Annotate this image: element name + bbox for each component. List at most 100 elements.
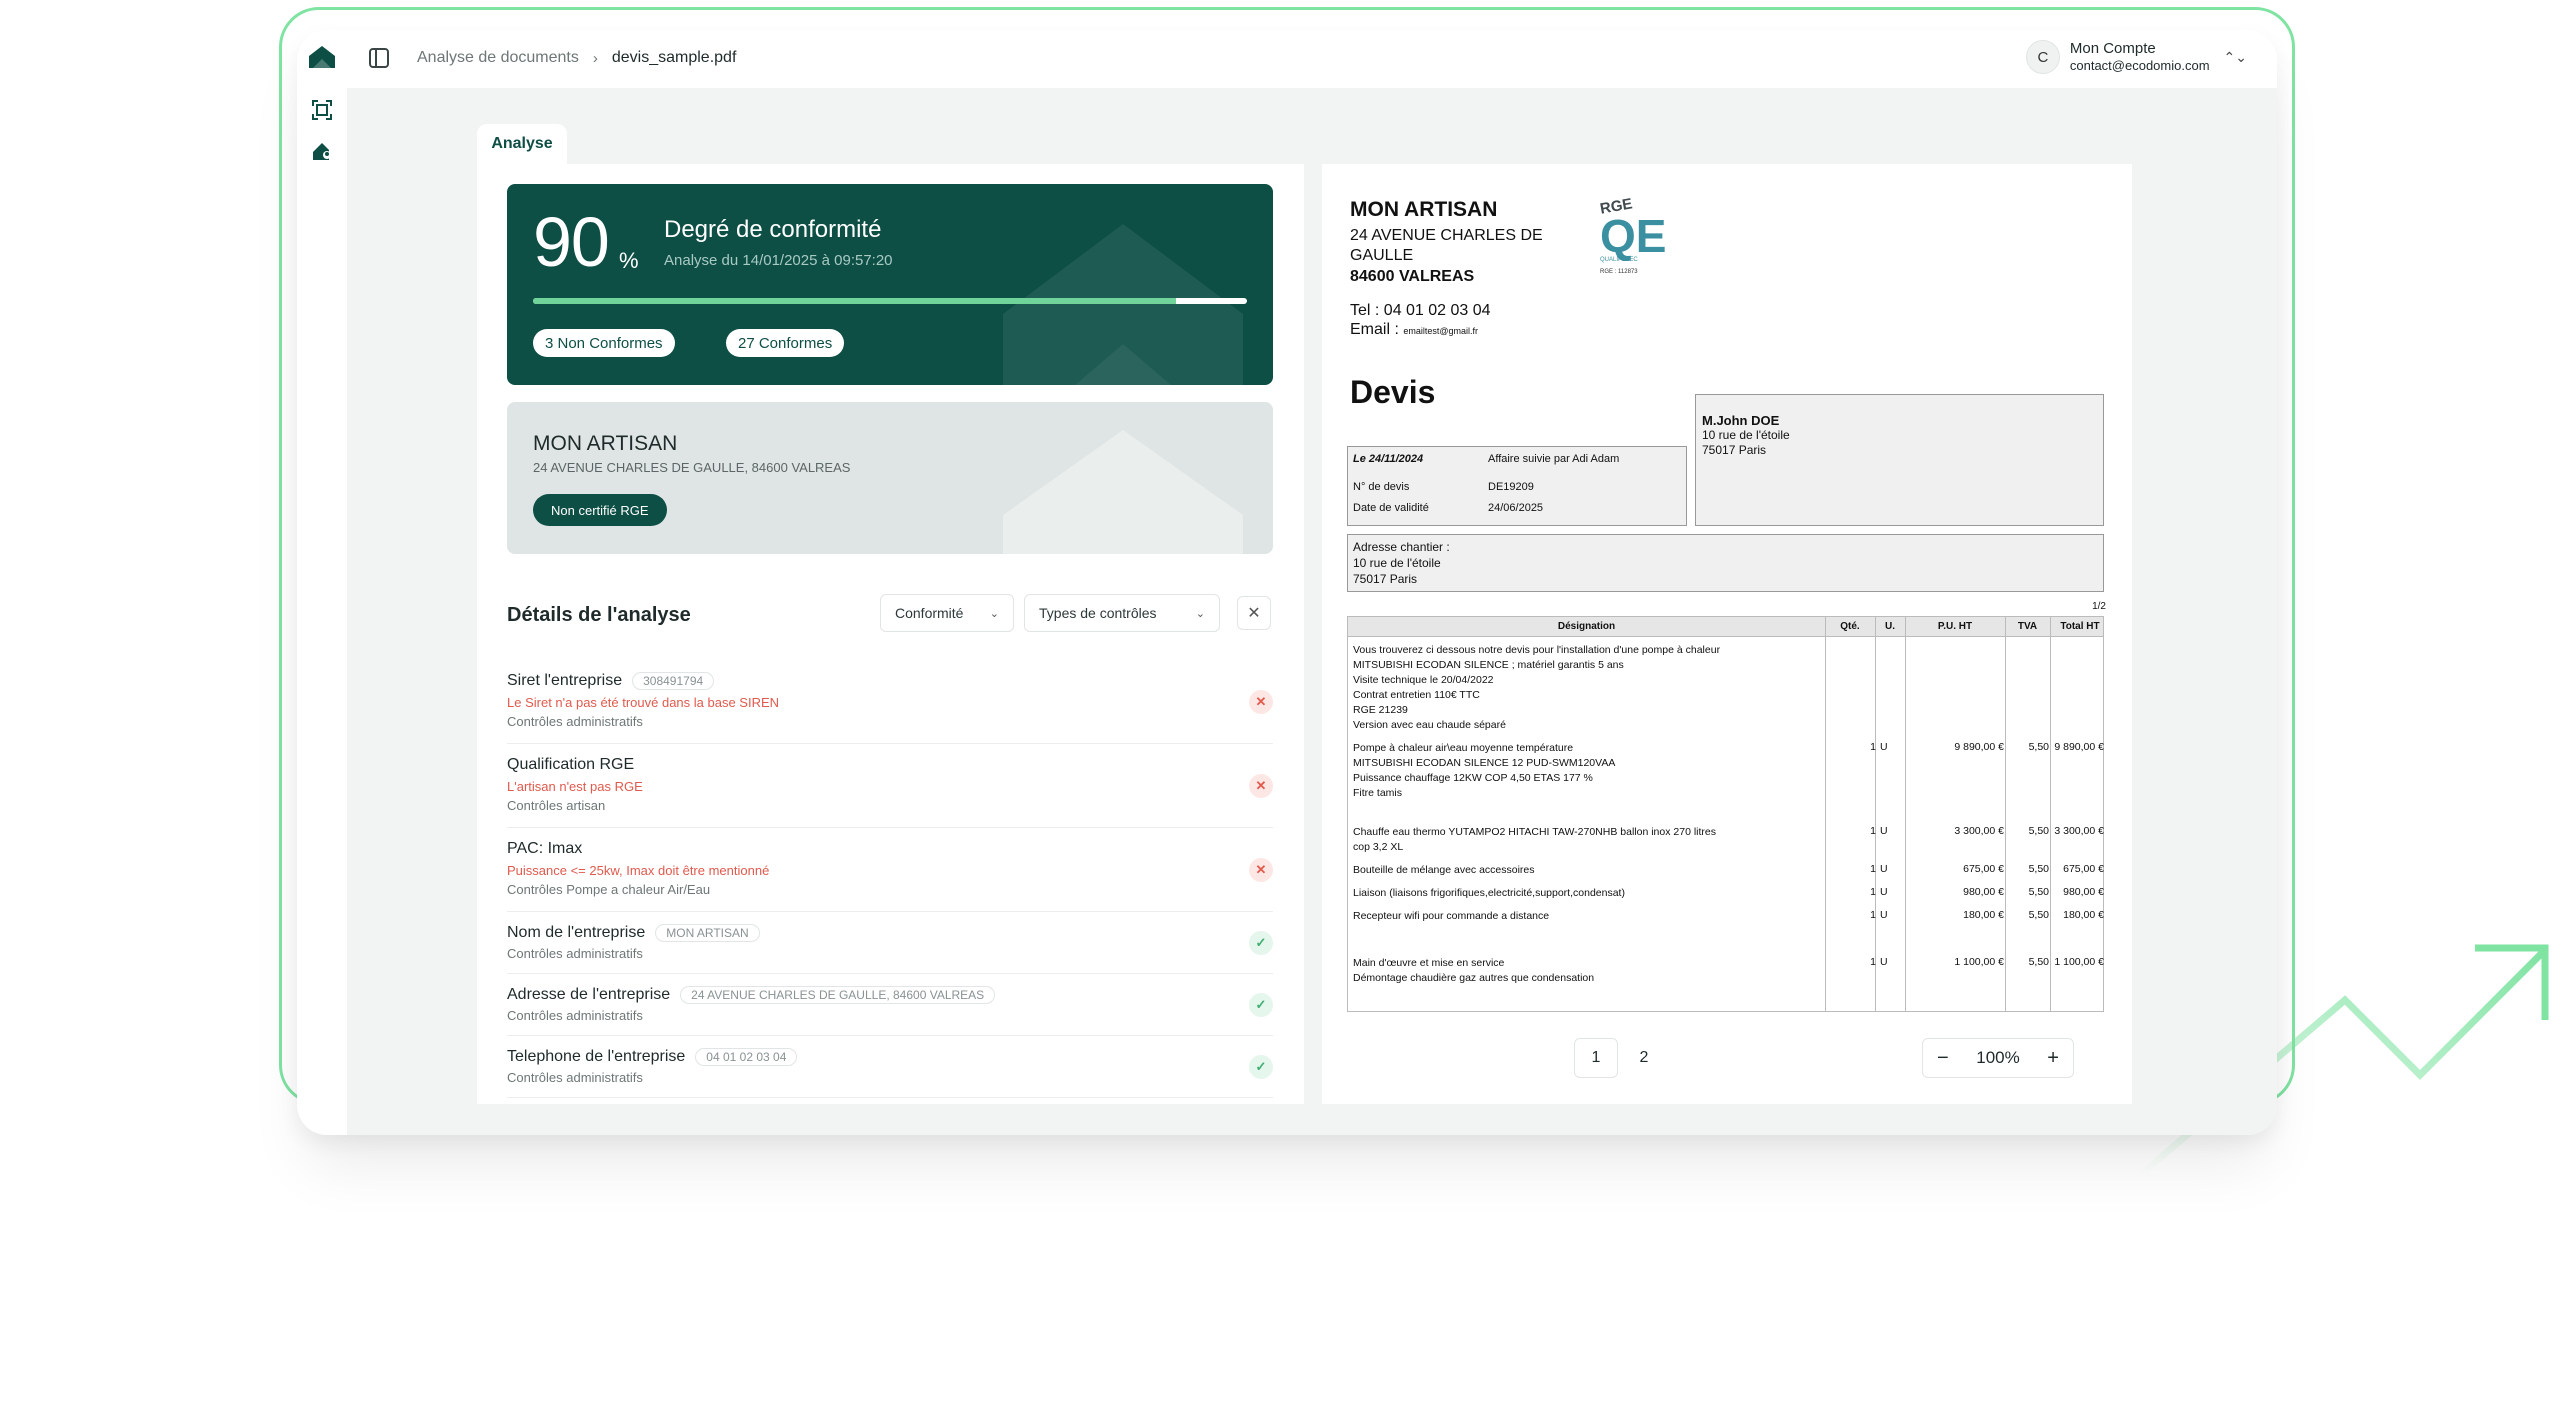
analysis-item-title: Adresse de l'entreprise bbox=[507, 986, 671, 1003]
doc-chantier-box: Adresse chantier : 10 rue de l'étoile 75… bbox=[1347, 534, 2104, 592]
page-2-button[interactable]: 2 bbox=[1622, 1038, 1666, 1078]
conformes-badge[interactable]: 27 Conformes bbox=[726, 329, 845, 357]
designation-line: Recepteur wifi pour commande a distance bbox=[1353, 910, 1550, 922]
rge-status-badge: Non certifié RGE bbox=[533, 494, 667, 526]
doc-company-name: MON ARTISAN bbox=[1350, 198, 1498, 221]
table-cell-qte: 1 bbox=[1870, 741, 1876, 753]
table-cell-total: 3 300,00 € bbox=[2054, 825, 2104, 837]
sidebar-toggle-icon[interactable] bbox=[369, 48, 389, 68]
document-viewer: MON ARTISAN 24 AVENUE CHARLES DE GAULLE … bbox=[1322, 164, 2132, 1104]
analysis-item-category: Contrôles administratifs bbox=[507, 946, 643, 961]
app-window: Analyse de documents › devis_sample.pdf … bbox=[297, 30, 2277, 1135]
analysis-item-error: L'artisan n'est pas RGE bbox=[507, 779, 643, 794]
table-cell-qte: 1 bbox=[1870, 863, 1876, 875]
analysis-item-value: 24 AVENUE CHARLES DE GAULLE, 84600 VALRE… bbox=[680, 986, 996, 1004]
doc-items-table: Désignation Qté. U. P.U. HT TVA Total HT Vous… bbox=[1347, 616, 2104, 1012]
artisan-card: MON ARTISAN 24 AVENUE CHARLES DE GAULLE,… bbox=[507, 402, 1273, 554]
table-cell-pu: 9 890,00 € bbox=[1954, 741, 2004, 753]
table-header-cell: Total HT bbox=[2060, 621, 2100, 632]
doc-pagination: 1 2 bbox=[1574, 1038, 1670, 1078]
analysis-panel: 90 % Degré de conformité Analyse du 14/0… bbox=[477, 164, 1304, 1104]
details-title: Détails de l'analyse bbox=[507, 604, 691, 626]
conformite-filter-label: Conformité bbox=[895, 605, 964, 621]
doc-info-box: Le 24/11/2024 Affaire suivie par Adi Ada… bbox=[1347, 446, 1687, 526]
doc-client-name: M.John DOE bbox=[1702, 413, 1780, 428]
zoom-level: 100% bbox=[1976, 1048, 2020, 1067]
analysis-item[interactable]: Telephone de l'entreprise 04 01 02 03 04 C… bbox=[507, 1036, 1273, 1098]
top-bar: Analyse de documents › devis_sample.pdf … bbox=[297, 30, 2277, 88]
table-cell-total: 9 890,00 € bbox=[2054, 741, 2104, 753]
analysis-item-value: 308491794 bbox=[632, 672, 715, 690]
zoom-out-button[interactable]: − bbox=[1937, 1047, 1949, 1070]
doc-client-city: 75017 Paris bbox=[1702, 443, 1767, 457]
control-types-filter[interactable]: Types de contrôles ⌄ bbox=[1024, 594, 1220, 632]
designation-line: Pompe à chaleur air\eau moyenne températ… bbox=[1353, 742, 1574, 754]
doc-page-indicator: 1/2 bbox=[2092, 601, 2106, 612]
table-cell-designation: Main d'œuvre et mise en service Démontage… bbox=[1353, 956, 1823, 986]
doc-client-street: 10 rue de l'étoile bbox=[1702, 428, 1790, 442]
doc-title: Devis bbox=[1350, 374, 1436, 410]
conformite-filter[interactable]: Conformité ⌄ bbox=[880, 594, 1014, 632]
account-menu[interactable]: C Mon Compte contact@ecodomio.com ⌃⌄ bbox=[2025, 40, 2247, 74]
designation-line: Main d'œuvre et mise en service bbox=[1353, 957, 1505, 969]
analysis-item-category: Contrôles Pompe a chaleur Air/Eau bbox=[507, 882, 711, 897]
table-column-divider bbox=[2005, 617, 2006, 1011]
rge-qualipelec-logo: RGE QE QUALIPELEC RGE : 112873 bbox=[1598, 195, 1667, 275]
designation-line: Chauffe eau thermo YUTAMPO2 HITACHI TAW-… bbox=[1353, 826, 1716, 838]
non-conformes-badge[interactable]: 3 Non Conformes bbox=[533, 329, 675, 357]
analysis-item-category: Contrôles administratifs bbox=[507, 1008, 643, 1023]
breadcrumb-item-current: devis_sample.pdf bbox=[611, 49, 737, 66]
house-user-icon[interactable] bbox=[311, 140, 333, 162]
doc-date: Le 24/11/2024 bbox=[1353, 453, 1424, 465]
scan-document-icon[interactable] bbox=[311, 99, 333, 121]
doc-table-header: Désignation Qté. U. P.U. HT TVA Total HT bbox=[1348, 617, 2103, 637]
house-watermark-icon bbox=[1003, 224, 1243, 385]
breadcrumb: Analyse de documents › devis_sample.pdf bbox=[417, 49, 736, 67]
chevron-down-icon: ⌄ bbox=[1195, 607, 1205, 620]
table-cell-total: 675,00 € bbox=[2063, 863, 2104, 875]
table-cell-total: 980,00 € bbox=[2063, 886, 2104, 898]
table-cell-tva: 5,50 bbox=[2028, 886, 2049, 898]
analysis-items-list: Siret l'entreprise 308491794 Le Siret n'a … bbox=[507, 660, 1273, 1098]
check-icon: ✓ bbox=[1249, 931, 1273, 955]
analysis-date: Analyse du 14/01/2025 à 09:57:20 bbox=[664, 252, 893, 269]
doc-validite-label: Date de validité bbox=[1353, 502, 1429, 514]
table-header-cell: P.U. HT bbox=[1937, 621, 1973, 632]
error-x-icon: ✕ bbox=[1249, 690, 1273, 714]
check-icon: ✓ bbox=[1249, 993, 1273, 1017]
analysis-item[interactable]: Adresse de l'entreprise 24 AVENUE CHARLES… bbox=[507, 974, 1273, 1036]
clear-filters-button[interactable]: ✕ bbox=[1237, 596, 1271, 630]
account-name: Mon Compte bbox=[2069, 40, 2156, 57]
home-logo-icon[interactable] bbox=[307, 44, 337, 70]
designation-line: Vous trouverez ci dessous notre devis po… bbox=[1353, 644, 1721, 656]
tab-analyse[interactable]: Analyse bbox=[477, 124, 567, 164]
analysis-item[interactable]: Nom de l'entreprise MON ARTISAN Contrôles … bbox=[507, 912, 1273, 974]
page-1-button[interactable]: 1 bbox=[1574, 1038, 1618, 1078]
table-cell-u: U bbox=[1880, 886, 1888, 898]
artisan-name: MON ARTISAN bbox=[533, 432, 678, 455]
breadcrumb-separator: › bbox=[592, 49, 598, 67]
doc-devis-number: DE19209 bbox=[1488, 481, 1534, 493]
doc-chantier-street: 10 rue de l'étoile bbox=[1353, 556, 1441, 570]
score-unit: % bbox=[619, 248, 639, 273]
table-header-cell: TVA bbox=[2017, 621, 2038, 632]
table-cell-qte: 1 bbox=[1870, 825, 1876, 837]
analysis-item-title: PAC: Imax bbox=[507, 840, 583, 857]
doc-devis-label: N° de devis bbox=[1353, 481, 1410, 493]
analysis-item[interactable]: PAC: Imax Puissance <= 25kw, Imax doit êt… bbox=[507, 828, 1273, 912]
zoom-in-button[interactable]: + bbox=[2047, 1047, 2059, 1070]
doc-company-city: 84600 VALREAS bbox=[1350, 268, 1475, 285]
breadcrumb-item-documents[interactable]: Analyse de documents bbox=[417, 49, 579, 67]
main-content: Analyse 90 % Degré de conformité Analyse… bbox=[347, 88, 2277, 1135]
table-cell-tva: 5,50 bbox=[2028, 909, 2049, 921]
document-page: MON ARTISAN 24 AVENUE CHARLES DE GAULLE … bbox=[1347, 195, 2110, 1018]
analysis-item[interactable]: Qualification RGE L'artisan n'est pas RGE… bbox=[507, 744, 1273, 828]
table-cell-u: U bbox=[1880, 909, 1888, 921]
doc-affaire: Affaire suivie par Adi Adam bbox=[1488, 453, 1620, 465]
error-x-icon: ✕ bbox=[1249, 858, 1273, 882]
table-cell-u: U bbox=[1880, 956, 1888, 968]
table-cell-designation: Chauffe eau thermo YUTAMPO2 HITACHI TAW-… bbox=[1353, 825, 1823, 855]
table-cell-tva: 5,50 bbox=[2028, 956, 2049, 968]
table-cell-pu: 980,00 € bbox=[1963, 886, 2004, 898]
analysis-item[interactable]: Siret l'entreprise 308491794 Le Siret n'a … bbox=[507, 660, 1273, 744]
